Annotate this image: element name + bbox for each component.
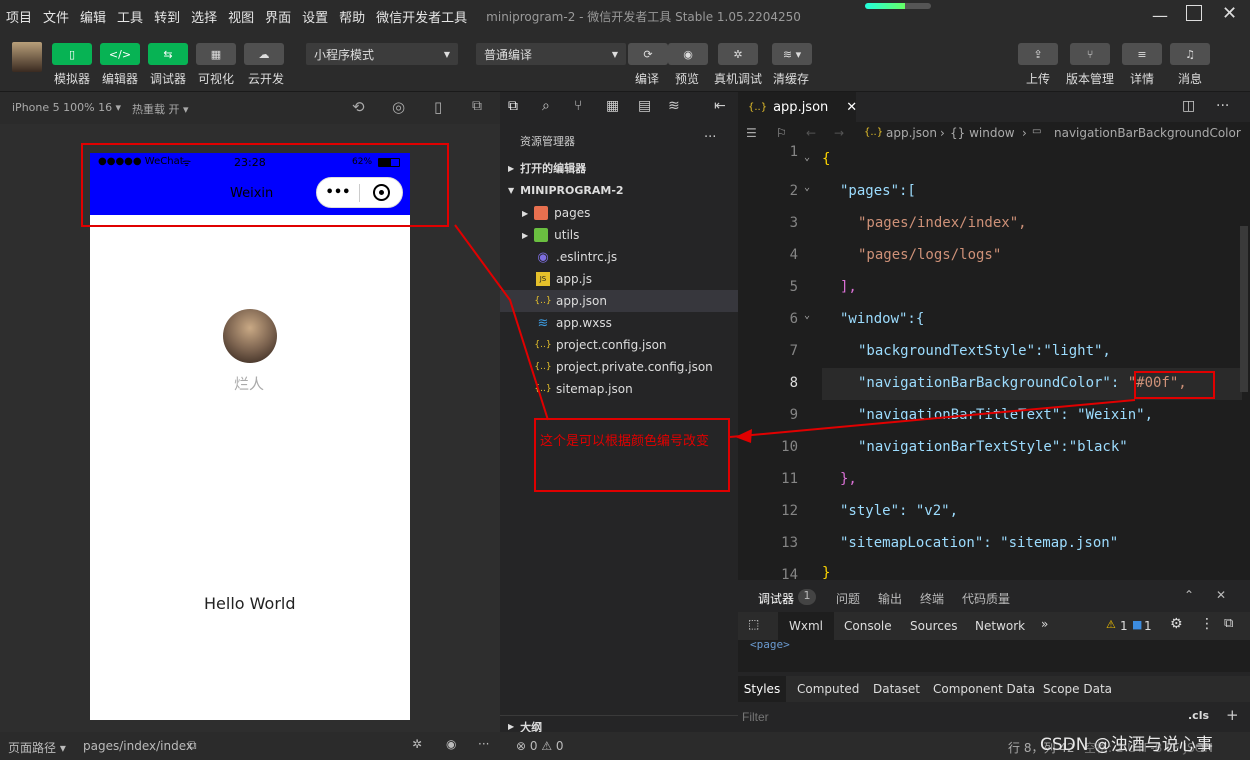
annotation-arrows: [454, 224, 1136, 443]
arrowhead: [735, 429, 752, 443]
arrow-line-to-code: [729, 399, 1136, 438]
arrow-line-to-navbar: [454, 224, 549, 421]
